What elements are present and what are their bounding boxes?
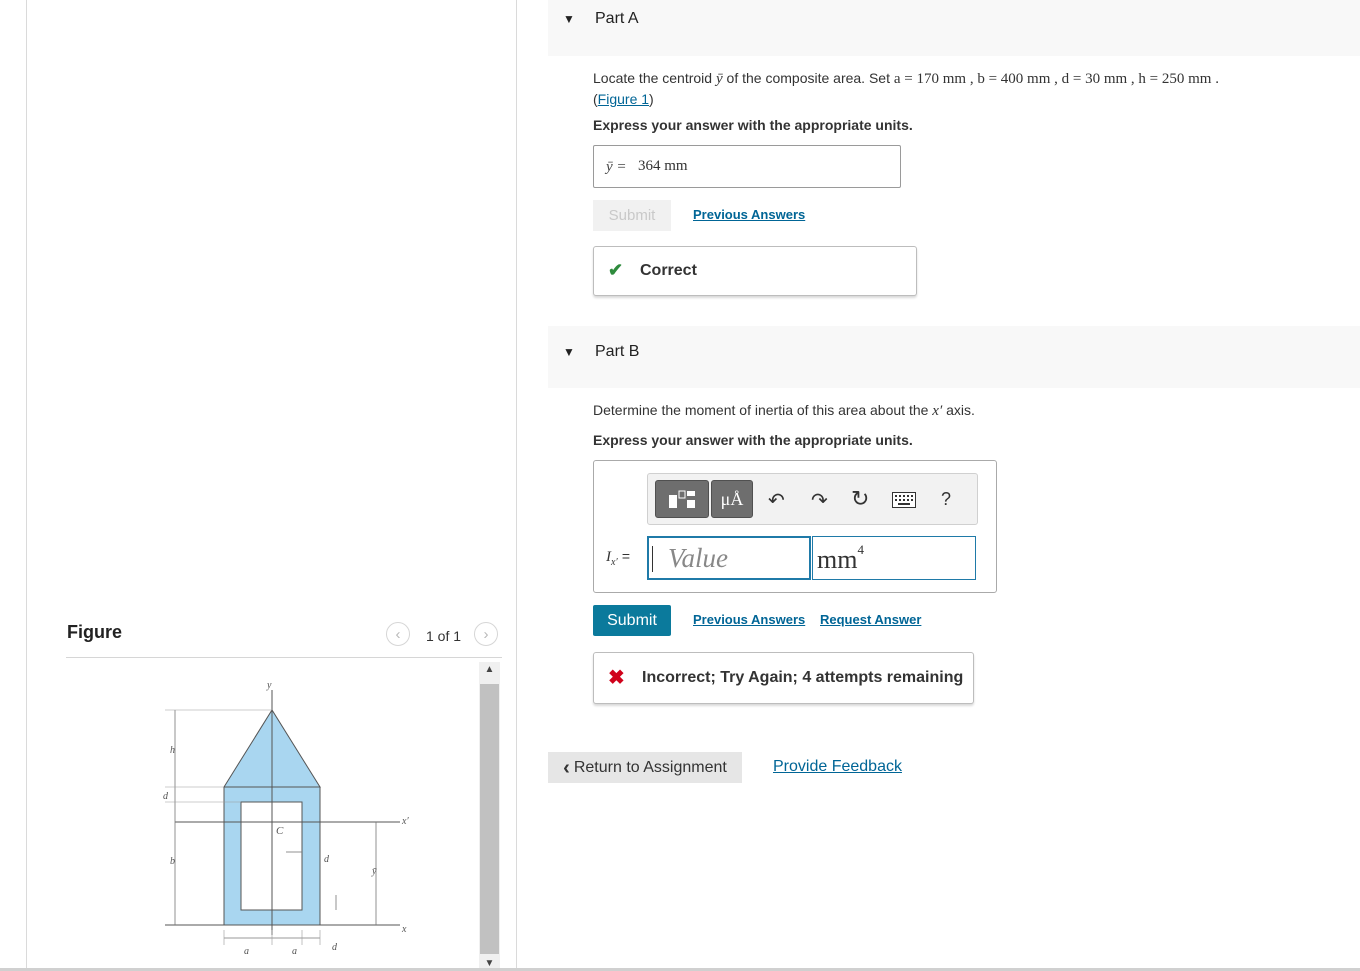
math-toolbar: μÅ ↶ ↷ ↻ ? xyxy=(647,473,978,525)
figure-scrollbar-thumb[interactable] xyxy=(480,684,499,954)
answer-label: ȳ = xyxy=(606,159,627,175)
label-d-top: d xyxy=(163,791,169,802)
redo-icon[interactable]: ↷ xyxy=(811,488,828,513)
help-button[interactable]: ? xyxy=(941,489,951,510)
part-a-previous-answers-link[interactable]: Previous Answers xyxy=(693,207,805,222)
caret-down-icon[interactable]: ▼ xyxy=(563,12,575,26)
next-figure-button[interactable]: › xyxy=(474,622,498,646)
checkmark-icon: ✔ xyxy=(608,260,624,280)
correct-feedback: ✔ Correct xyxy=(593,246,917,296)
label-h: h xyxy=(170,745,175,756)
templates-icon xyxy=(669,490,695,508)
composite-area-figure: y x x′ C h d b d ȳ a a d xyxy=(163,680,409,957)
label-x: x xyxy=(401,924,407,935)
part-a-title: Part A xyxy=(595,10,639,27)
label-centroid: C xyxy=(276,825,284,837)
part-a-submit-button: Submit xyxy=(593,200,671,231)
label-y-bar: ȳ xyxy=(371,866,377,877)
incorrect-feedback: ✖ Incorrect; Try Again; 4 attempts remai… xyxy=(593,652,974,704)
figure-title: Figure xyxy=(67,622,123,642)
part-a-instruction: Express your answer with the appropriate… xyxy=(593,117,913,133)
x-prime-symbol: x′ xyxy=(932,403,943,419)
previous-figure-button[interactable]: ‹ xyxy=(386,622,410,646)
value-input[interactable]: Value xyxy=(647,536,811,580)
micro-angstrom-icon: μÅ xyxy=(720,488,744,509)
label-a-left: a xyxy=(244,946,249,957)
part-b-question: Determine the moment of inertia of this … xyxy=(593,402,975,419)
label-y: y xyxy=(266,680,272,691)
chevron-left-icon: ‹ xyxy=(395,625,401,643)
x-mark-icon: ✖ xyxy=(608,667,625,689)
parameter-values: a = 170 mm , b = 400 mm , d = 30 mm , h … xyxy=(893,71,1219,87)
part-b-header[interactable] xyxy=(548,326,1360,388)
label-d-bottom: d xyxy=(332,942,338,953)
templates-button[interactable] xyxy=(655,480,709,518)
units-button[interactable]: μÅ xyxy=(711,480,753,518)
value-placeholder: Value xyxy=(668,543,728,573)
scroll-up-arrow-icon[interactable]: ▲ xyxy=(480,664,499,680)
figure-counter: 1 of 1 xyxy=(426,628,462,644)
part-b-submit-button[interactable]: Submit xyxy=(593,605,671,636)
part-b-title: Part B xyxy=(595,343,640,360)
part-a-answer-box: ȳ = 364 mm xyxy=(593,145,901,188)
pane-divider[interactable] xyxy=(516,0,517,971)
left-pane-border xyxy=(26,0,27,971)
figure-1-link[interactable]: Figure 1 xyxy=(598,91,649,107)
units-input[interactable]: mm4 xyxy=(812,536,976,580)
part-a-header[interactable] xyxy=(548,0,1360,56)
part-a-question: Locate the centroid ȳ of the composite a… xyxy=(593,70,1219,107)
unit-text: mm4 xyxy=(817,542,864,574)
answer-value: 364 mm xyxy=(638,158,688,174)
incorrect-text: Incorrect; Try Again; 4 attempts remaini… xyxy=(642,669,964,686)
figure-divider xyxy=(66,657,502,658)
part-b-previous-answers-link[interactable]: Previous Answers xyxy=(693,612,805,627)
part-b-instruction: Express your answer with the appropriate… xyxy=(593,432,913,448)
keyboard-icon[interactable] xyxy=(892,492,916,513)
text-cursor xyxy=(652,546,653,572)
request-answer-link[interactable]: Request Answer xyxy=(820,612,921,627)
chevron-right-icon: › xyxy=(483,625,489,643)
provide-feedback-link[interactable]: Provide Feedback xyxy=(773,758,902,776)
label-d-right: d xyxy=(324,854,330,865)
undo-icon[interactable]: ↶ xyxy=(768,488,785,513)
y-bar-symbol: ȳ xyxy=(715,71,723,87)
reset-icon[interactable]: ↻ xyxy=(851,486,869,512)
caret-down-icon[interactable]: ▼ xyxy=(563,345,575,359)
label-a-right: a xyxy=(292,946,297,957)
return-to-assignment-button[interactable]: ‹ Return to Assignment xyxy=(548,752,742,783)
label-b: b xyxy=(170,856,175,867)
correct-text: Correct xyxy=(640,262,697,279)
chevron-left-icon: ‹ xyxy=(563,756,570,779)
label-x-prime: x′ xyxy=(401,816,409,827)
answer-label: Ix′ = xyxy=(606,548,630,568)
